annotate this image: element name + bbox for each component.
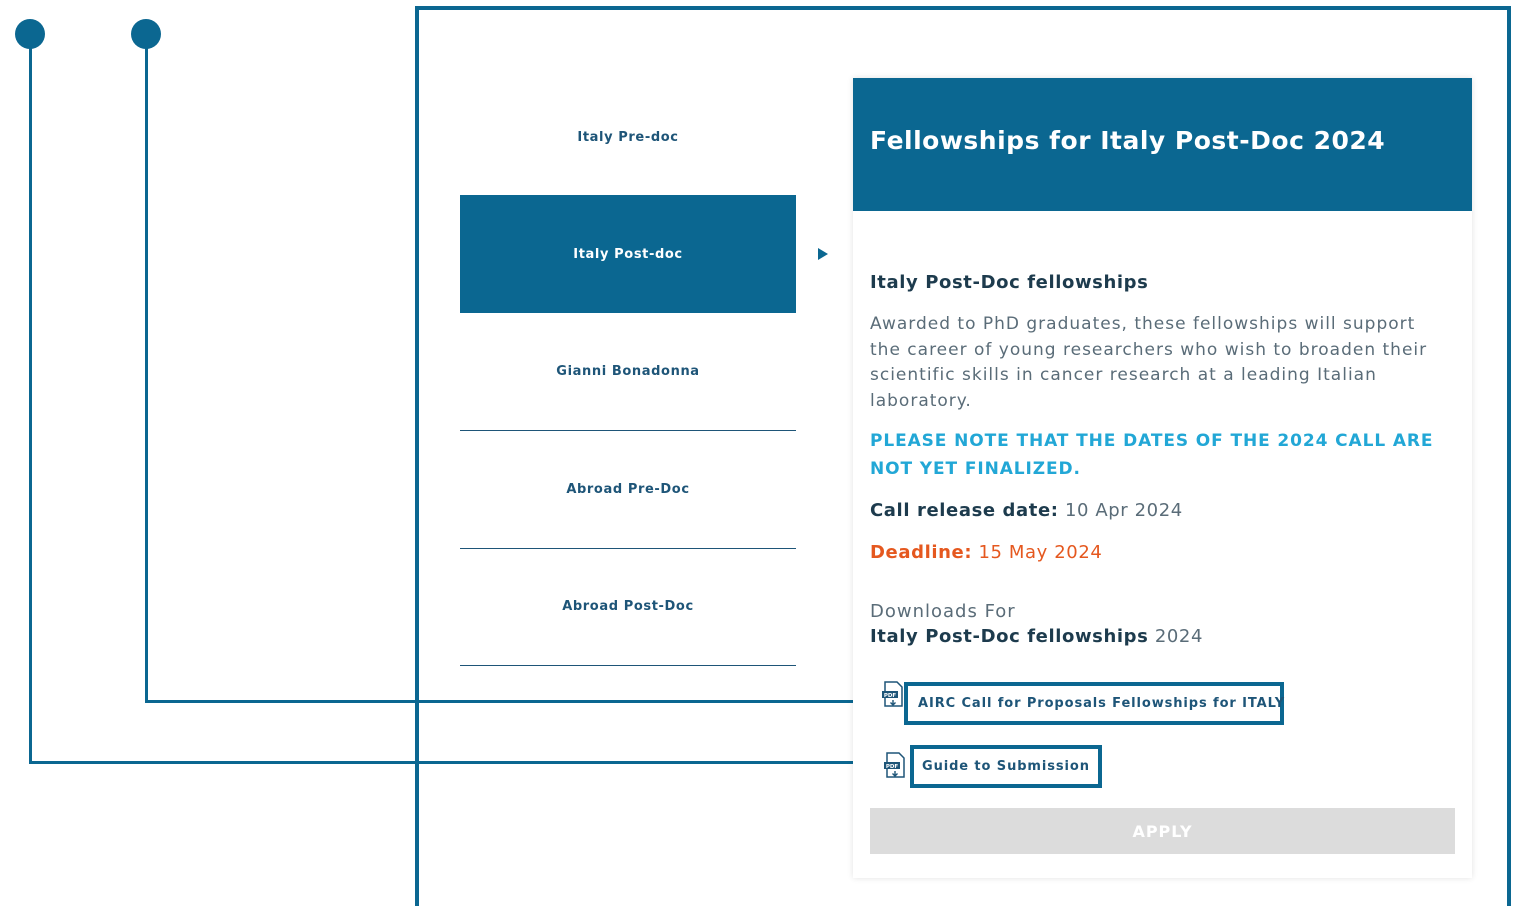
downloads-title: Italy Post-Doc fellowships 2024 (870, 626, 1203, 647)
release-label: Call release date: (870, 500, 1059, 521)
fellowship-description: Awarded to PhD graduates, these fellowsh… (870, 314, 1428, 411)
apply-button[interactable]: APPLY (870, 808, 1455, 854)
annotation-line-1-vertical (29, 34, 32, 763)
downloads-year: 2024 (1154, 626, 1204, 647)
pdf-icon-text: PDF (886, 764, 899, 770)
panel-header: Fellowships for Italy Post-Doc 2024 (853, 78, 1472, 211)
pdf-icon[interactable]: PDF (882, 681, 904, 709)
tab-label: Italy Post-doc (573, 246, 683, 262)
tab-label: Abroad Pre-Doc (566, 482, 690, 497)
download-guide-to-submission[interactable]: Guide to Submission (910, 745, 1102, 788)
tab-gianni-bonadonna[interactable]: Gianni Bonadonna (460, 313, 796, 431)
tab-italy-pre-doc[interactable]: Italy Pre-doc (460, 78, 796, 196)
active-tab-arrow-icon (818, 248, 828, 260)
deadline: Deadline: 15 May 2024 (870, 542, 1102, 563)
pdf-icon[interactable]: PDF (884, 752, 906, 780)
downloads-label: Downloads For (870, 601, 1016, 622)
section-heading: Italy Post-Doc fellowships (870, 272, 1149, 293)
tab-abroad-post-doc[interactable]: Abroad Post-Doc (460, 548, 796, 666)
tab-italy-post-doc[interactable]: Italy Post-doc (460, 195, 796, 313)
download-label: Guide to Submission (922, 759, 1090, 774)
tab-label: Italy Pre-doc (577, 129, 679, 145)
download-label: AIRC Call for Proposals Fellowships for … (918, 696, 1286, 711)
download-call-for-proposals[interactable]: AIRC Call for Proposals Fellowships for … (904, 682, 1284, 725)
deadline-label: Deadline: (870, 542, 973, 563)
panel-title: Fellowships for Italy Post-Doc 2024 (870, 126, 1386, 155)
tab-label: Abroad Post-Doc (562, 599, 694, 614)
dates-notice: PLEASE NOTE THAT THE DATES OF THE 2024 C… (870, 431, 1434, 479)
deadline-value: 15 May 2024 (978, 542, 1103, 563)
call-release-date: Call release date: 10 Apr 2024 (870, 500, 1183, 521)
downloads-title-name: Italy Post-Doc fellowships (870, 626, 1149, 647)
release-value: 10 Apr 2024 (1064, 500, 1183, 521)
pdf-icon-text: PDF (884, 693, 897, 699)
tab-label: Gianni Bonadonna (556, 364, 700, 379)
tab-abroad-pre-doc[interactable]: Abroad Pre-Doc (460, 431, 796, 549)
annotation-line-2-vertical (145, 34, 148, 703)
